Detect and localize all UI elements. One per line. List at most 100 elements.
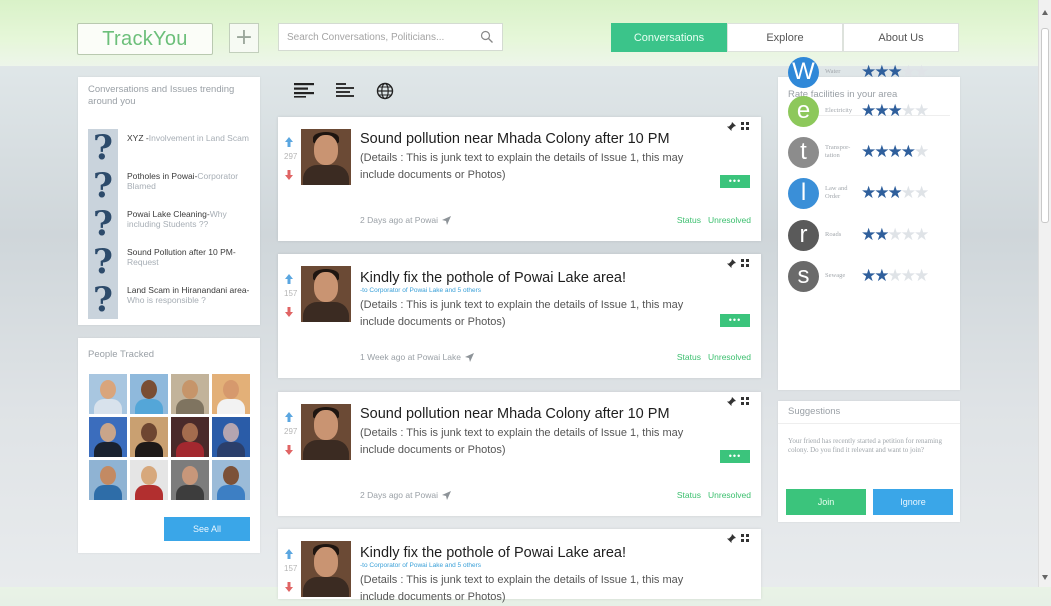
upvote-arrow-icon[interactable] bbox=[285, 137, 293, 147]
trending-item[interactable]: ? Potholes in Powai-Corporator Blamed bbox=[88, 167, 256, 205]
join-button[interactable]: Join bbox=[786, 489, 866, 515]
issue-title[interactable]: Kindly fix the pothole of Powai Lake are… bbox=[360, 270, 626, 286]
author-avatar[interactable] bbox=[301, 404, 351, 460]
trending-item-title: Potholes in Powai- bbox=[127, 171, 198, 181]
list-view-icon[interactable] bbox=[336, 82, 354, 98]
tracked-person-avatar[interactable] bbox=[130, 417, 168, 457]
pin-icon[interactable] bbox=[727, 122, 736, 131]
status-value[interactable]: Unresolved bbox=[708, 490, 751, 500]
tracked-person-avatar[interactable] bbox=[89, 374, 127, 414]
suggestion-text: Your friend has recently started a petit… bbox=[788, 437, 943, 454]
avatar-head bbox=[223, 380, 239, 399]
issue-title[interactable]: Sound pollution near Mhada Colony after … bbox=[360, 131, 670, 147]
tracked-person-avatar[interactable] bbox=[212, 417, 250, 457]
star-rating[interactable]: ★ ★ ★ ★ ★ bbox=[861, 143, 929, 161]
star-icon[interactable]: ★ bbox=[914, 267, 929, 285]
downvote-arrow-icon[interactable] bbox=[285, 170, 293, 180]
nav-conversations[interactable]: Conversations bbox=[611, 23, 727, 52]
upvote-arrow-icon[interactable] bbox=[285, 549, 293, 559]
tracked-person-avatar[interactable] bbox=[171, 374, 209, 414]
grid-icon[interactable] bbox=[741, 122, 749, 130]
trending-item-text: Sound Pollution after 10 PM-Request bbox=[118, 243, 256, 281]
issue-recipients[interactable]: -to Corporator of Powai Lake and 5 other… bbox=[360, 562, 481, 569]
downvote-arrow-icon[interactable] bbox=[285, 307, 293, 317]
search-icon[interactable] bbox=[480, 30, 494, 44]
ignore-button[interactable]: Ignore bbox=[873, 489, 953, 515]
trending-item[interactable]: ? Land Scam in Hiranandani area-Who is re… bbox=[88, 281, 256, 319]
trending-item[interactable]: ? XYZ -Involvement in Land Scam bbox=[88, 129, 256, 167]
nav-explore[interactable]: Explore bbox=[727, 23, 843, 52]
scroll-down-arrow[interactable] bbox=[1042, 575, 1048, 580]
issue-title[interactable]: Kindly fix the pothole of Powai Lake are… bbox=[360, 545, 626, 561]
status-value[interactable]: Unresolved bbox=[708, 215, 751, 225]
issue-card[interactable]: 297 Sound pollution near Mhada Colony aft… bbox=[278, 117, 761, 241]
author-avatar[interactable] bbox=[301, 541, 351, 597]
tracked-person-avatar[interactable] bbox=[171, 460, 209, 500]
star-rating[interactable]: ★ ★ ★ ★ ★ bbox=[861, 63, 929, 81]
grid-icon[interactable] bbox=[741, 259, 749, 267]
avatar-body bbox=[303, 440, 349, 460]
tracked-person-avatar[interactable] bbox=[89, 460, 127, 500]
avatar-body bbox=[135, 442, 163, 457]
star-rating[interactable]: ★ ★ ★ ★ ★ bbox=[861, 102, 929, 120]
tracked-person-avatar[interactable] bbox=[171, 417, 209, 457]
see-all-button[interactable]: See All bbox=[164, 517, 250, 541]
star-icon[interactable]: ★ bbox=[914, 143, 929, 161]
upvote-arrow-icon[interactable] bbox=[285, 412, 293, 422]
globe-icon[interactable] bbox=[376, 82, 394, 100]
avatar-head bbox=[182, 423, 198, 442]
more-options-button[interactable]: ••• bbox=[720, 175, 750, 188]
more-options-button[interactable]: ••• bbox=[720, 314, 750, 327]
issue-title[interactable]: Sound pollution near Mhada Colony after … bbox=[360, 406, 670, 422]
star-rating[interactable]: ★ ★ ★ ★ ★ bbox=[861, 226, 929, 244]
scroll-up-arrow[interactable] bbox=[1042, 10, 1048, 15]
upvote-arrow-icon[interactable] bbox=[285, 274, 293, 284]
issue-recipients[interactable]: -to Corporator of Powai Lake and 5 other… bbox=[360, 287, 481, 294]
author-avatar[interactable] bbox=[301, 129, 351, 185]
avatar-body bbox=[94, 485, 122, 500]
facility-letter-icon: l bbox=[788, 177, 819, 209]
trending-item[interactable]: ? Powai Lake Cleaning-Why including Stude… bbox=[88, 205, 256, 243]
avatar-head bbox=[100, 423, 116, 442]
star-rating[interactable]: ★ ★ ★ ★ ★ bbox=[861, 184, 929, 202]
trending-item[interactable]: ? Sound Pollution after 10 PM-Request bbox=[88, 243, 256, 281]
logo[interactable]: TrackYou bbox=[77, 23, 213, 55]
tracked-person-avatar[interactable] bbox=[212, 460, 250, 500]
issue-card[interactable]: 157 Kindly fix the pothole of Powai Lake … bbox=[278, 254, 761, 378]
author-avatar[interactable] bbox=[301, 266, 351, 322]
issue-card[interactable]: 157 Kindly fix the pothole of Powai Lake … bbox=[278, 529, 761, 603]
tracked-person-avatar[interactable] bbox=[212, 374, 250, 414]
tracked-person-avatar[interactable] bbox=[89, 417, 127, 457]
star-icon[interactable]: ★ bbox=[914, 63, 929, 81]
grid-icon[interactable] bbox=[741, 534, 749, 542]
trending-item-title: XYZ - bbox=[127, 133, 149, 143]
grid-icon[interactable] bbox=[741, 397, 749, 405]
scroll-thumb[interactable] bbox=[1041, 28, 1049, 223]
search-input[interactable] bbox=[279, 24, 472, 50]
avatar-head bbox=[314, 547, 338, 577]
main-nav: Conversations Explore About Us bbox=[611, 23, 959, 52]
star-icon[interactable]: ★ bbox=[914, 226, 929, 244]
pin-icon[interactable] bbox=[727, 534, 736, 543]
pin-icon[interactable] bbox=[727, 397, 736, 406]
tracked-person-avatar[interactable] bbox=[130, 374, 168, 414]
star-icon[interactable]: ★ bbox=[914, 184, 929, 202]
star-icon[interactable]: ★ bbox=[914, 102, 929, 120]
more-options-button[interactable]: ••• bbox=[720, 450, 750, 463]
pin-icon[interactable] bbox=[727, 259, 736, 268]
page-scrollbar[interactable] bbox=[1038, 0, 1051, 587]
add-button[interactable]: + bbox=[229, 23, 259, 53]
issue-time-location: 2 Days ago at Powai bbox=[360, 490, 438, 500]
star-rating[interactable]: ★ ★ ★ ★ ★ bbox=[861, 267, 929, 285]
downvote-arrow-icon[interactable] bbox=[285, 582, 293, 592]
nav-about-us[interactable]: About Us bbox=[843, 23, 959, 52]
issue-time-location: 1 Week ago at Powai Lake bbox=[360, 352, 461, 362]
avatar-body bbox=[303, 577, 349, 597]
issue-card[interactable]: 297 Sound pollution near Mhada Colony aft… bbox=[278, 392, 761, 516]
avatar-body bbox=[176, 442, 204, 457]
downvote-arrow-icon[interactable] bbox=[285, 445, 293, 455]
status-value[interactable]: Unresolved bbox=[708, 352, 751, 362]
align-left-icon[interactable] bbox=[294, 82, 314, 98]
tracked-person-avatar[interactable] bbox=[130, 460, 168, 500]
search-box bbox=[278, 23, 503, 51]
